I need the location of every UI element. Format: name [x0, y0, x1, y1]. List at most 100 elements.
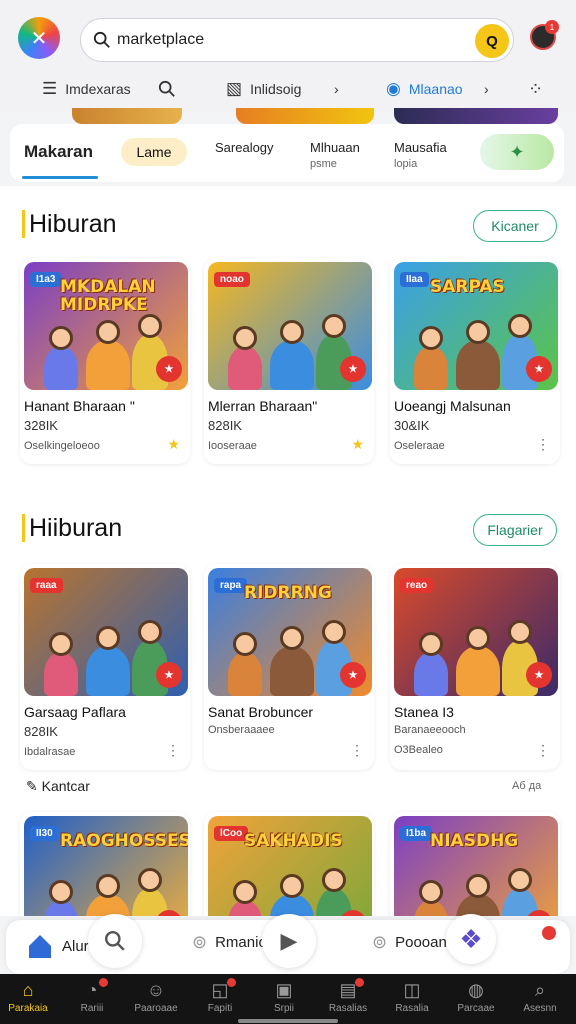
person-icon: ☺	[146, 980, 166, 1000]
card-thumbnail[interactable]: IIaa SARPAS ★	[394, 262, 558, 390]
nav-item[interactable]: ▤ Rasalias	[318, 978, 378, 1014]
nav-item[interactable]: ⌕ Asesnn	[510, 980, 570, 1014]
card-thumbnail[interactable]: I1a3 MKDALAN MIDRPKE ★	[24, 262, 188, 390]
app-logo[interactable]: ✕	[18, 17, 60, 59]
subnav-search[interactable]	[158, 80, 176, 98]
content-card[interactable]: raaa ★ Garsaag Paflara 828IK Ibdalrasae ⋮	[20, 564, 190, 770]
search-go-button[interactable]: Q	[475, 24, 509, 58]
bag-icon: ◫	[403, 980, 421, 1000]
nav-label: Rasalias	[328, 1003, 368, 1014]
section-more-button[interactable]: Flagarier	[473, 514, 557, 546]
square-icon: ▣	[275, 980, 293, 1000]
tab-active[interactable]: Makaran	[24, 142, 93, 162]
star-icon[interactable]: ★	[351, 436, 364, 453]
card-art-title: SARPAS	[430, 277, 505, 297]
card-title: Hanant Bharaan "	[24, 398, 135, 414]
nav-item[interactable]: ◔ Rariii	[62, 978, 122, 1014]
content-card[interactable]: I1a3 MKDALAN MIDRPKE ★ Hanant Bharaan " 328I…	[20, 258, 190, 464]
search-icon	[158, 80, 175, 97]
card-tag: II30	[30, 826, 59, 841]
nav-item[interactable]: ◫ Rasalia	[382, 980, 442, 1014]
card-title: Garsaag Paflara	[24, 704, 126, 720]
promo-thumbnail[interactable]: ✦	[480, 134, 554, 170]
search-input[interactable]	[117, 27, 457, 53]
card-count: 828IK	[208, 418, 242, 433]
card-thumbnail[interactable]: II30RAOGHOSSES★	[24, 816, 188, 916]
more-icon[interactable]: ⁘	[528, 79, 543, 100]
illustration-head	[322, 868, 346, 892]
subnav-label: Inlidsoig	[250, 81, 302, 97]
zoom-search-button[interactable]	[88, 914, 142, 968]
card-title: Mlerran Bharaan"	[208, 398, 318, 414]
more-options-icon[interactable]: ⋮	[536, 742, 550, 759]
illustration-head	[49, 326, 73, 350]
content-card[interactable]: lCooSAKHADIS★	[204, 812, 374, 916]
floatbar-label: Alur	[62, 937, 89, 955]
more-options-icon[interactable]: ⋮	[166, 742, 180, 759]
illustration-head	[233, 326, 257, 350]
tab-item[interactable]: Mausafia lopia	[394, 140, 447, 170]
card-thumbnail[interactable]: reao ★	[394, 568, 558, 696]
nav-item[interactable]: ▣ Srpii	[254, 980, 314, 1014]
card-thumbnail[interactable]: rapa RIDRRNG ★	[208, 568, 372, 696]
floatbar-item-2[interactable]: ⊚ Rmanio	[192, 932, 267, 953]
illustration-figure	[44, 652, 78, 696]
floatbar-item-home[interactable]: Alur	[26, 932, 89, 960]
illustration-figure	[44, 346, 78, 390]
card-title: Sanat Brobuncer	[208, 704, 314, 720]
clock-icon: ◔	[86, 980, 98, 1000]
content-card[interactable]: IIaa SARPAS ★ Uoeangj Malsunan 30&IK Oseleraa…	[390, 258, 560, 464]
search-bar[interactable]: Q	[80, 18, 514, 62]
card-tag: raaa	[30, 578, 63, 593]
tab-item[interactable]: Sarealogy	[215, 140, 274, 155]
content-card[interactable]: reao ★ Stanea I3 Baranaeeooch O3Bealeo ⋮	[390, 564, 560, 770]
card-meta: Ibdalrasae	[24, 746, 76, 758]
notification-dot	[227, 978, 236, 987]
section-more-button[interactable]: Kicaner	[473, 210, 557, 242]
card-thumbnail[interactable]: raaa ★	[24, 568, 188, 696]
floatbar-item-3[interactable]: ⊚ Poooan	[372, 932, 447, 953]
play-button[interactable]: ▶	[262, 914, 316, 968]
illustration-head	[322, 314, 346, 338]
illustration-head	[233, 632, 257, 656]
illustration-figure	[270, 340, 314, 390]
section-title: Hiiburan	[22, 514, 122, 542]
subnav-item-main[interactable]: ◉ Mlaanao	[386, 79, 463, 99]
more-options-icon[interactable]: ⋮	[350, 742, 364, 759]
card-tag: noao	[214, 272, 250, 287]
card-count: 30&IK	[394, 418, 430, 433]
card-thumbnail[interactable]: I1baNIASDHG★	[394, 816, 558, 916]
illustration-head	[138, 314, 162, 338]
content-card[interactable]: rapa RIDRRNG ★ Sanat Brobuncer Onsberaaaee ⋮	[204, 564, 374, 770]
content-card[interactable]: I1baNIASDHG★	[390, 812, 560, 916]
subnav-item-index[interactable]: ☰ Imdexaras	[42, 79, 131, 99]
more-options-icon[interactable]: ⋮	[536, 436, 550, 453]
content-card[interactable]: noao ★ Mlerran Bharaan" 828IK Iooseraae ★	[204, 258, 374, 464]
card-thumbnail[interactable]: noao ★	[208, 262, 372, 390]
brand-button[interactable]: ❖	[446, 914, 496, 964]
star-icon: ★	[156, 662, 182, 688]
tab-item[interactable]: Mlhuaan psme	[310, 140, 360, 170]
illustration-head	[419, 632, 443, 656]
nav-item[interactable]: ◍ Parcaae	[446, 980, 506, 1014]
subnav-item-insights[interactable]: ▧ Inlidsoig	[226, 79, 301, 99]
floatbar-label: Poooan	[395, 934, 447, 951]
nav-label: Rariii	[80, 1003, 104, 1014]
section-title: Hiburan	[22, 210, 117, 238]
nav-item[interactable]: ◱ Fapiti	[190, 978, 250, 1014]
card-thumbnail[interactable]: lCooSAKHADIS★	[208, 816, 372, 916]
chevron-right-icon[interactable]: ›	[484, 81, 489, 97]
nav-item[interactable]: ⌂ Parakaia	[0, 980, 58, 1014]
star-icon: ★	[526, 662, 552, 688]
chevron-right-icon[interactable]: ›	[334, 81, 339, 97]
star-icon[interactable]: ★	[167, 436, 180, 453]
illustration-figure	[86, 646, 130, 696]
nav-item[interactable]: ☺ Paaroaae	[126, 980, 186, 1014]
illustration-head	[96, 320, 120, 344]
card-count: 328IK	[24, 418, 58, 433]
star-icon: ★	[340, 662, 366, 688]
card-art-title: RIDRRNG	[244, 583, 332, 603]
content-card[interactable]: II30RAOGHOSSES★	[20, 812, 190, 916]
tab-pill[interactable]: Lame	[121, 138, 187, 166]
illustration-head	[138, 620, 162, 644]
